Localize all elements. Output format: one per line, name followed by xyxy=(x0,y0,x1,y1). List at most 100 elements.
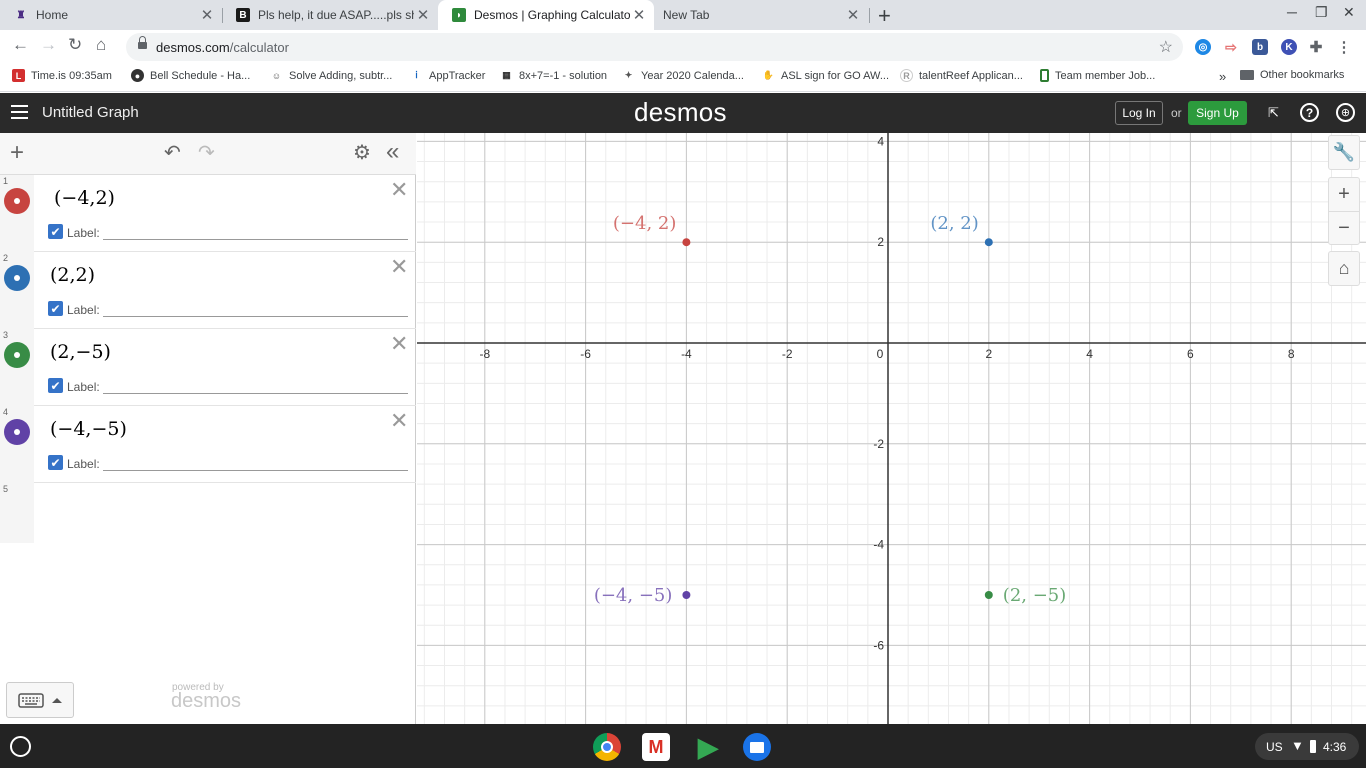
address-bar[interactable]: desmos.com/calculator ☆ xyxy=(126,33,1183,61)
tab-desmos[interactable]: ◗ Desmos | Graphing Calculator ✕ xyxy=(438,0,654,30)
empty-expression-row[interactable]: 5 xyxy=(0,483,34,543)
back-arrow-icon[interactable]: ← xyxy=(12,35,29,55)
bookmark-favicon-icon: L xyxy=(12,69,25,82)
extension-arrow-icon[interactable]: ⇨ xyxy=(1223,39,1239,55)
forward-arrow-icon[interactable]: → xyxy=(40,35,57,55)
hamburger-menu-icon[interactable] xyxy=(11,105,28,120)
extension-b-icon[interactable]: b xyxy=(1252,39,1268,55)
restore-icon[interactable]: ❐ xyxy=(1315,4,1328,21)
label-checkbox[interactable]: ✔ xyxy=(48,224,63,239)
play-store-icon[interactable]: ▶ xyxy=(694,732,722,762)
label-input[interactable] xyxy=(103,224,408,240)
bookmark-item[interactable]: ⅰ AppTracker xyxy=(410,69,485,82)
new-tab-plus-icon[interactable]: + xyxy=(878,3,891,29)
bookmark-item[interactable]: RtalentReef Applican... xyxy=(900,69,1023,82)
delete-expression-icon[interactable]: ✕ xyxy=(390,254,408,280)
color-toggle-dot[interactable] xyxy=(4,342,30,368)
home-icon[interactable]: ⌂ xyxy=(96,35,106,55)
chrome-menu-icon[interactable]: ⋮ xyxy=(1336,39,1352,56)
help-icon[interactable]: ? xyxy=(1300,103,1319,122)
label-checkbox[interactable]: ✔ xyxy=(48,301,63,316)
bookmark-item[interactable]: ▦ 8x+7=-1 - solution xyxy=(500,69,607,82)
redo-icon[interactable]: ↷ xyxy=(198,140,215,165)
close-window-icon[interactable]: ✕ xyxy=(1343,4,1355,21)
close-tab-icon[interactable]: ✕ xyxy=(630,6,648,24)
bookmark-item[interactable]: ☺ Solve Adding, subtr... xyxy=(270,69,392,82)
launcher-icon[interactable] xyxy=(10,736,31,757)
close-tab-icon[interactable]: ✕ xyxy=(844,6,862,24)
bookmark-item[interactable]: ✋ ASL sign for GO AW... xyxy=(762,69,889,82)
bookmark-favicon-icon: ● xyxy=(131,69,144,82)
bookmark-item[interactable]: ✦ Year 2020 Calenda... xyxy=(622,69,744,82)
delete-expression-icon[interactable]: ✕ xyxy=(390,331,408,357)
other-bookmarks[interactable]: Other bookmarks xyxy=(1240,69,1344,81)
home-view-icon[interactable]: ⌂ xyxy=(1329,252,1359,285)
extension-shield-icon[interactable]: ◎ xyxy=(1195,39,1211,55)
expression-row-3[interactable]: 3 (2,−5) ✕ ✔ Label: xyxy=(0,329,416,406)
label-caption: Label: xyxy=(67,226,100,240)
bookmark-item[interactable]: L Time.is 09:35am xyxy=(12,69,112,82)
zoom-in-icon[interactable]: + xyxy=(1329,178,1359,211)
bookmark-item[interactable]: ● Bell Schedule - Ha... xyxy=(131,69,250,82)
desmos-header: Untitled Graph desmos Log In or Sign Up … xyxy=(0,93,1366,133)
expression-math[interactable]: (−4,−5) xyxy=(50,418,127,440)
collapse-panel-icon[interactable]: « xyxy=(386,138,399,166)
close-tab-icon[interactable]: ✕ xyxy=(198,6,216,24)
row-number: 5 xyxy=(3,484,9,494)
x-tick-label: 6 xyxy=(1187,347,1194,361)
tab-new-tab[interactable]: New Tab ✕ xyxy=(654,0,868,30)
wrench-icon[interactable]: 🔧 xyxy=(1329,136,1359,169)
extension-k-icon[interactable]: K xyxy=(1281,39,1297,55)
battery-icon xyxy=(1310,740,1316,753)
color-toggle-dot[interactable] xyxy=(4,188,30,214)
tab-home[interactable]: ♜ Home ✕ xyxy=(0,0,222,30)
locale-indicator: US xyxy=(1266,740,1283,754)
delete-expression-icon[interactable]: ✕ xyxy=(390,408,408,434)
language-globe-icon[interactable]: ⊕ xyxy=(1336,103,1355,122)
chrome-app-icon[interactable] xyxy=(593,733,621,761)
files-app-icon[interactable] xyxy=(743,733,771,761)
label-input[interactable] xyxy=(103,455,408,471)
tab-brainly[interactable]: B Pls help, it due ASAP.....pls show ✕ xyxy=(222,0,438,30)
expression-row-4[interactable]: 4 (−4,−5) ✕ ✔ Label: xyxy=(0,406,416,483)
zoom-out-icon[interactable]: − xyxy=(1329,211,1359,244)
label-checkbox[interactable]: ✔ xyxy=(48,455,63,470)
bookmarks-overflow-icon[interactable]: » xyxy=(1219,69,1226,84)
row-number: 3 xyxy=(3,330,9,340)
keypad-toggle-button[interactable] xyxy=(6,682,74,718)
color-toggle-dot[interactable] xyxy=(4,419,30,445)
signup-button[interactable]: Sign Up xyxy=(1188,101,1247,125)
bookmark-star-icon[interactable]: ☆ xyxy=(1159,37,1173,57)
color-toggle-dot[interactable] xyxy=(4,265,30,291)
label-input[interactable] xyxy=(103,378,408,394)
expression-row-1[interactable]: 1 (−4,2) ✕ ✔ Label: xyxy=(0,175,416,252)
extensions-puzzle-icon[interactable]: ✚ xyxy=(1308,39,1324,56)
tab-title: Pls help, it due ASAP.....pls show xyxy=(258,8,414,22)
settings-gear-icon[interactable]: ⚙ xyxy=(353,140,371,165)
expression-row-2[interactable]: 2 (2,2) ✕ ✔ Label: xyxy=(0,252,416,329)
or-label: or xyxy=(1171,106,1182,120)
add-item-plus-icon[interactable]: + xyxy=(10,139,24,167)
graph-canvas[interactable]: -8 -6 -4 -2 0 2 4 6 8 4 2 -2 -4 -6 (−4, 2) (2, 2) (2, −5… xyxy=(417,133,1366,724)
status-tray[interactable]: US ▼ 4:36 xyxy=(1255,733,1359,760)
undo-icon[interactable]: ↶ xyxy=(164,140,181,165)
delete-expression-icon[interactable]: ✕ xyxy=(390,177,408,203)
reload-icon[interactable]: ↻ xyxy=(68,35,82,55)
login-button[interactable]: Log In xyxy=(1115,101,1163,125)
gmail-app-icon[interactable]: M xyxy=(642,733,670,761)
label-input[interactable] xyxy=(103,301,408,317)
expression-math[interactable]: (2,−5) xyxy=(50,341,111,363)
bookmark-item[interactable]: Team member Job... xyxy=(1040,69,1155,82)
expression-math[interactable]: (2,2) xyxy=(50,264,95,286)
share-icon[interactable]: ⇱ xyxy=(1264,103,1283,122)
bookmark-favicon-icon: ☺ xyxy=(270,69,283,82)
graph-title[interactable]: Untitled Graph xyxy=(42,104,139,121)
desmos-favicon-icon: ◗ xyxy=(452,8,466,22)
close-tab-icon[interactable]: ✕ xyxy=(414,6,432,24)
graph-paper[interactable]: -8 -6 -4 -2 0 2 4 6 8 4 2 -2 -4 -6 (−4, 2) (2, 2) (2, −5… xyxy=(417,133,1366,724)
x-tick-label: -4 xyxy=(681,347,692,361)
expression-math[interactable]: (−4,2) xyxy=(54,187,115,209)
minimize-icon[interactable]: ─ xyxy=(1287,4,1297,20)
label-checkbox[interactable]: ✔ xyxy=(48,378,63,393)
bookmark-favicon-icon xyxy=(1040,69,1049,82)
